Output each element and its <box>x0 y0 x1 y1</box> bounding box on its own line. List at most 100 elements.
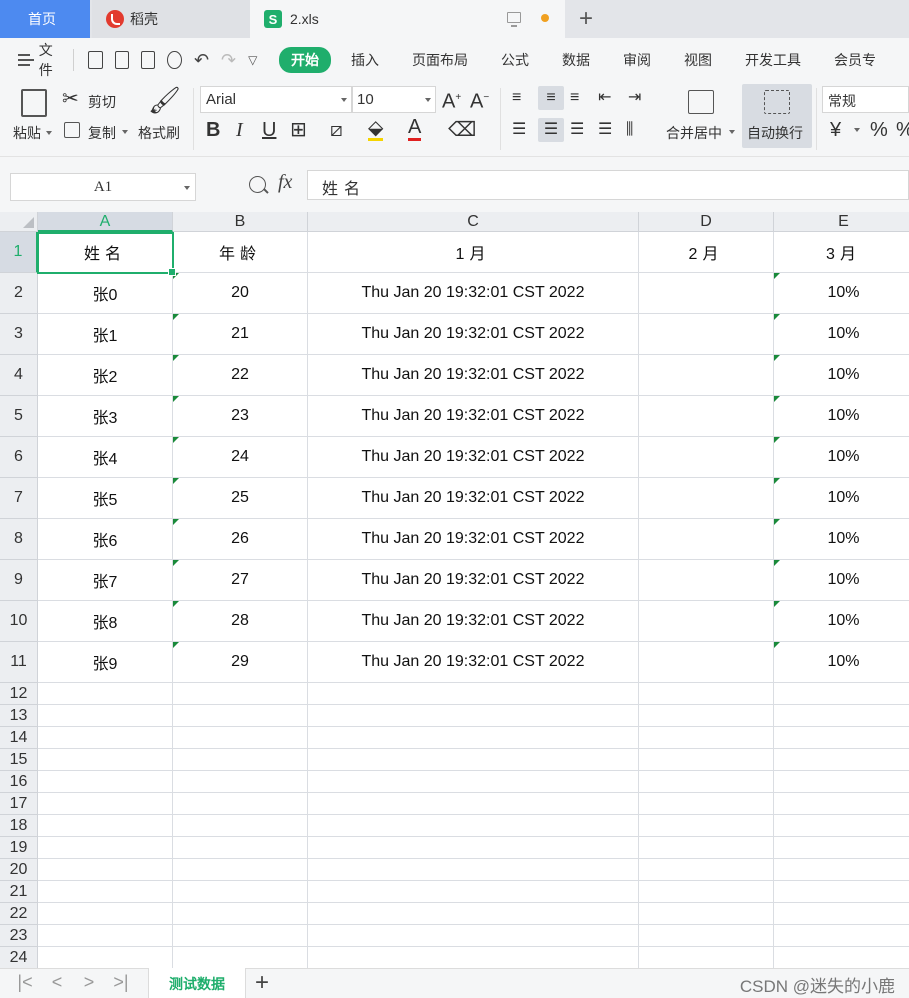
fill-color-icon[interactable]: ⬙ <box>368 118 384 141</box>
cell-c13[interactable] <box>308 705 639 727</box>
align-middle-icon[interactable]: ≡ <box>538 86 564 110</box>
cell-a16[interactable] <box>38 771 173 793</box>
save-icon[interactable] <box>88 51 103 69</box>
increase-font-icon[interactable]: A+ <box>442 86 461 114</box>
row-header[interactable]: 6 <box>0 437 38 478</box>
cell-b6[interactable]: 24 <box>173 437 308 478</box>
cell-d24[interactable] <box>639 947 774 968</box>
cell-b3[interactable]: 21 <box>173 314 308 355</box>
cell-c7[interactable]: Thu Jan 20 19:32:01 CST 2022 <box>308 478 639 519</box>
align-bottom-icon[interactable]: ≡ <box>570 86 579 110</box>
row-header[interactable]: 13 <box>0 705 38 727</box>
cell-a13[interactable] <box>38 705 173 727</box>
cell-e8[interactable]: 10% <box>774 519 909 560</box>
cell-a22[interactable] <box>38 903 173 925</box>
align-center-icon[interactable]: ☰ <box>538 118 564 142</box>
cell-c2[interactable]: Thu Jan 20 19:32:01 CST 2022 <box>308 273 639 314</box>
row-header[interactable]: 8 <box>0 519 38 560</box>
cell-d3[interactable] <box>639 314 774 355</box>
cell-a9[interactable]: 张7 <box>38 560 173 601</box>
cell-d23[interactable] <box>639 925 774 947</box>
cell-c9[interactable]: Thu Jan 20 19:32:01 CST 2022 <box>308 560 639 601</box>
cell-b12[interactable] <box>173 683 308 705</box>
cell-b18[interactable] <box>173 815 308 837</box>
row-header[interactable]: 17 <box>0 793 38 815</box>
cell-e6[interactable]: 10% <box>774 437 909 478</box>
cell-c6[interactable]: Thu Jan 20 19:32:01 CST 2022 <box>308 437 639 478</box>
percent-icon[interactable]: % <box>870 118 888 142</box>
cell-e13[interactable] <box>774 705 909 727</box>
increase-indent-icon[interactable]: ⇥ <box>628 86 641 110</box>
row-header[interactable]: 22 <box>0 903 38 925</box>
cell-b1[interactable]: 年龄 <box>173 232 308 273</box>
cell-d19[interactable] <box>639 837 774 859</box>
chevron-down-icon[interactable]: ▽ <box>248 53 259 67</box>
cell-c20[interactable] <box>308 859 639 881</box>
cell-d11[interactable] <box>639 642 774 683</box>
cell-b24[interactable] <box>173 947 308 968</box>
row-header[interactable]: 3 <box>0 314 38 355</box>
menu-tab-page-layout[interactable]: 页面布局 <box>412 50 468 70</box>
cell-e18[interactable] <box>774 815 909 837</box>
row-header[interactable]: 16 <box>0 771 38 793</box>
cell-a12[interactable] <box>38 683 173 705</box>
cell-d5[interactable] <box>639 396 774 437</box>
cell-e5[interactable]: 10% <box>774 396 909 437</box>
row-header[interactable]: 1 <box>0 232 38 273</box>
cell-e19[interactable] <box>774 837 909 859</box>
cell-a7[interactable]: 张5 <box>38 478 173 519</box>
wrap-text-button[interactable]: 自动换行 <box>742 84 812 148</box>
row-header[interactable]: 2 <box>0 273 38 314</box>
underline-icon[interactable]: U <box>262 118 276 142</box>
cell-c21[interactable] <box>308 881 639 903</box>
add-sheet-button[interactable]: + <box>250 969 274 997</box>
row-header[interactable]: 23 <box>0 925 38 947</box>
cell-b15[interactable] <box>173 749 308 771</box>
menu-tab-start[interactable]: 开始 <box>279 47 332 73</box>
cell-d9[interactable] <box>639 560 774 601</box>
cell-b21[interactable] <box>173 881 308 903</box>
first-sheet-icon[interactable]: |< <box>14 972 36 993</box>
cell-e23[interactable] <box>774 925 909 947</box>
italic-icon[interactable]: I <box>236 118 243 142</box>
menu-tab-review[interactable]: 审阅 <box>623 50 651 70</box>
cell-d20[interactable] <box>639 859 774 881</box>
cell-a21[interactable] <box>38 881 173 903</box>
cell-b4[interactable]: 22 <box>173 355 308 396</box>
zoom-icon[interactable] <box>249 176 266 193</box>
row-header[interactable]: 4 <box>0 355 38 396</box>
cell-d2[interactable] <box>639 273 774 314</box>
cell-d21[interactable] <box>639 881 774 903</box>
column-header-e[interactable]: E <box>774 212 909 232</box>
cell-c14[interactable] <box>308 727 639 749</box>
row-header[interactable]: 10 <box>0 601 38 642</box>
font-color-icon[interactable]: A <box>408 117 422 141</box>
cell-b14[interactable] <box>173 727 308 749</box>
menu-tab-formula[interactable]: 公式 <box>501 50 529 70</box>
column-header-a[interactable]: A <box>38 212 173 232</box>
row-header[interactable]: 20 <box>0 859 38 881</box>
print-preview-icon[interactable] <box>167 51 182 69</box>
align-top-icon[interactable]: ≡ <box>512 86 521 110</box>
cell-e10[interactable]: 10% <box>774 601 909 642</box>
cell-b20[interactable] <box>173 859 308 881</box>
cell-style-icon[interactable]: ⧄ <box>330 118 343 142</box>
cell-c5[interactable]: Thu Jan 20 19:32:01 CST 2022 <box>308 396 639 437</box>
row-header[interactable]: 11 <box>0 642 38 683</box>
menu-tab-developer[interactable]: 开发工具 <box>745 50 801 70</box>
print-icon[interactable] <box>141 51 156 69</box>
cell-d22[interactable] <box>639 903 774 925</box>
cell-b9[interactable]: 27 <box>173 560 308 601</box>
decrease-indent-icon[interactable]: ⇤ <box>598 86 611 110</box>
cell-d7[interactable] <box>639 478 774 519</box>
bold-icon[interactable]: B <box>206 118 220 142</box>
cell-c15[interactable] <box>308 749 639 771</box>
row-header[interactable]: 19 <box>0 837 38 859</box>
cell-a15[interactable] <box>38 749 173 771</box>
cell-c4[interactable]: Thu Jan 20 19:32:01 CST 2022 <box>308 355 639 396</box>
cell-d14[interactable] <box>639 727 774 749</box>
cell-b17[interactable] <box>173 793 308 815</box>
cell-a17[interactable] <box>38 793 173 815</box>
cell-e11[interactable]: 10% <box>774 642 909 683</box>
menu-tab-insert[interactable]: 插入 <box>351 50 379 70</box>
